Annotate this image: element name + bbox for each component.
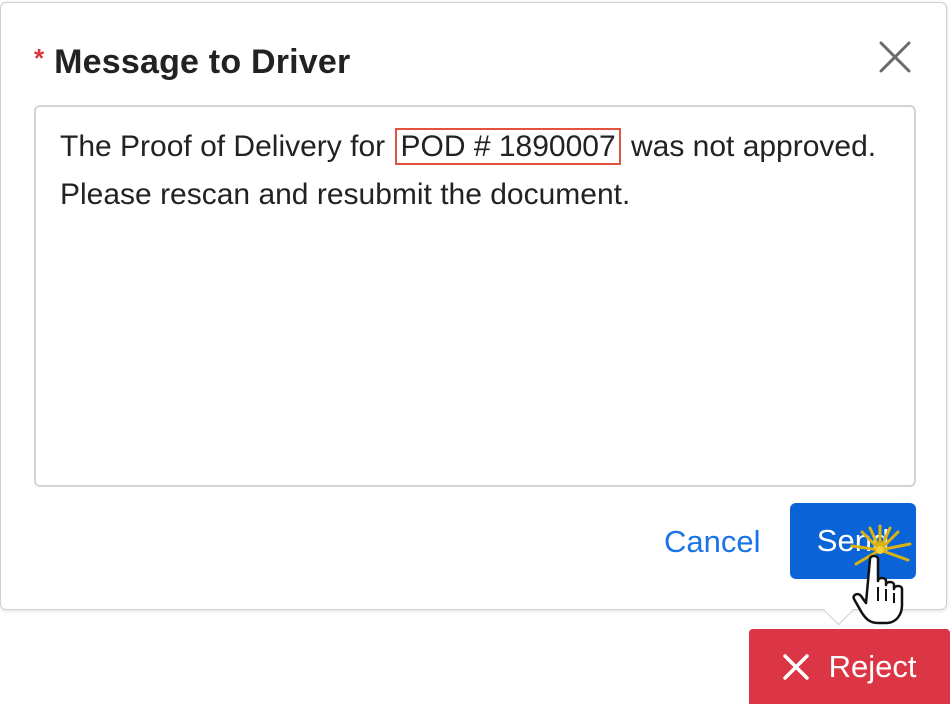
dialog-title: Message to Driver	[54, 42, 351, 81]
reject-button[interactable]: Reject	[749, 629, 950, 704]
send-button[interactable]: Send	[790, 503, 916, 579]
close-button[interactable]	[878, 40, 912, 74]
cancel-button[interactable]: Cancel	[664, 520, 761, 564]
send-button-label: Send	[816, 523, 890, 558]
message-text: The Proof of Delivery for POD # 1890007 …	[60, 123, 890, 219]
close-icon	[879, 41, 911, 73]
x-icon	[782, 653, 809, 680]
reject-button-label: Reject	[828, 648, 917, 684]
dialog-header: * Message to Driver	[34, 40, 350, 84]
message-textarea[interactable]: The Proof of Delivery for POD # 1890007 …	[34, 105, 916, 487]
message-text-before: The Proof of Delivery for	[60, 130, 386, 163]
pod-number-highlight: POD # 1890007	[395, 128, 621, 165]
required-marker: *	[34, 43, 45, 73]
